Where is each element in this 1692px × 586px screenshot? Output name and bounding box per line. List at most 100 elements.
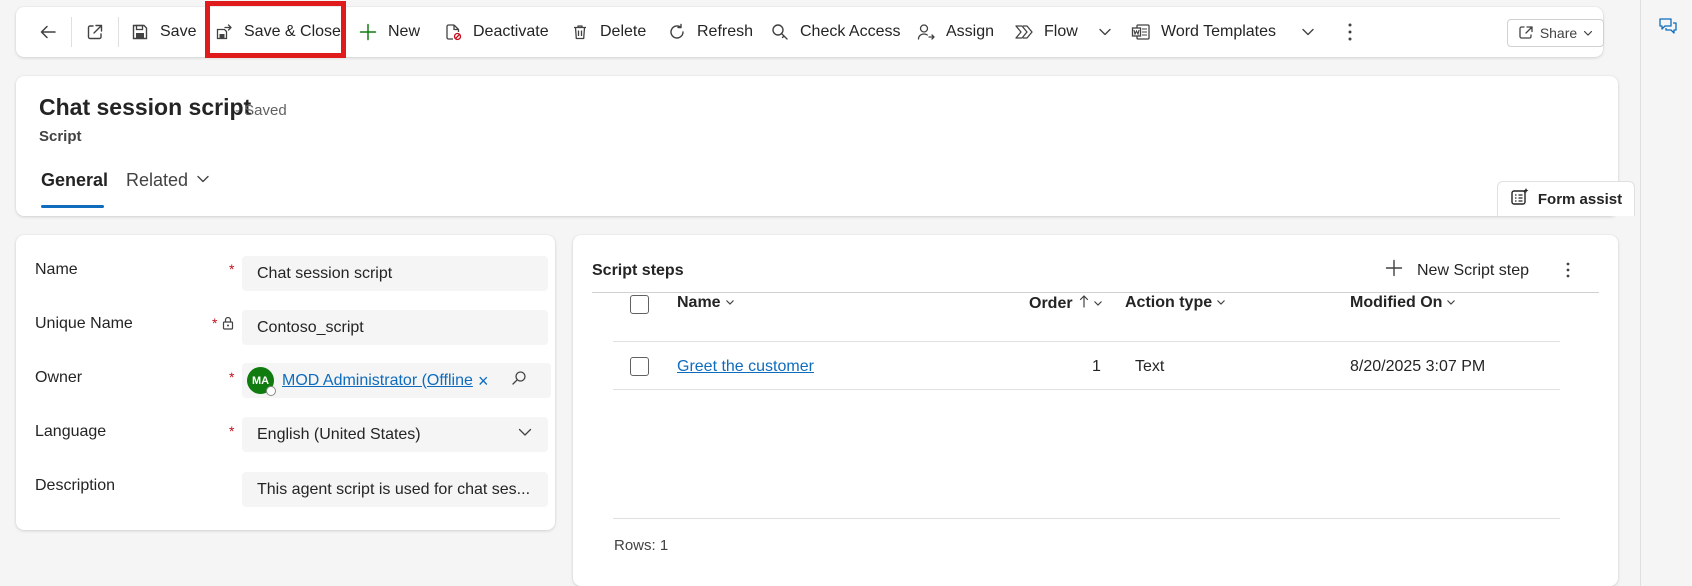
chevron-down-icon	[1301, 25, 1315, 39]
chevron-down-icon	[1446, 294, 1456, 312]
refresh-label: Refresh	[697, 23, 754, 40]
lookup-search-icon[interactable]	[511, 370, 527, 391]
chevron-down-icon	[196, 170, 210, 191]
active-tab-indicator	[41, 205, 104, 208]
script-steps-subgrid: Script steps New Script step Name Order …	[573, 235, 1618, 586]
language-select[interactable]: English (United States)	[242, 417, 548, 452]
rows-count: Rows: 1	[614, 537, 669, 554]
row-divider	[613, 341, 1560, 342]
select-all-checkbox[interactable]	[630, 295, 649, 314]
presence-offline-icon	[266, 386, 276, 396]
assign-label: Assign	[946, 23, 995, 40]
owner-link[interactable]: MOD Administrator (Offline	[282, 372, 474, 390]
deactivate-button[interactable]: Deactivate	[443, 7, 549, 57]
plus-icon	[358, 22, 378, 42]
row-checkbox[interactable]	[630, 357, 649, 376]
back-button[interactable]	[38, 7, 68, 57]
command-bar: Save Save & Close New Deactivate Delete …	[16, 7, 1603, 57]
save-close-label: Save & Close	[244, 23, 341, 40]
footer-divider	[613, 518, 1560, 519]
entity-name: Script	[39, 128, 82, 145]
share-button[interactable]: Share	[1507, 19, 1604, 47]
general-section: Name * Chat session script Unique Name *…	[16, 235, 555, 530]
chevron-down-icon	[1583, 25, 1593, 41]
flow-icon	[1014, 22, 1034, 42]
step-action-type: Text	[1135, 358, 1165, 375]
word-templates-label: Word Templates	[1161, 23, 1277, 40]
column-header-action-type[interactable]: Action type	[1125, 294, 1226, 312]
required-indicator: *	[229, 423, 235, 439]
row-divider	[613, 389, 1560, 390]
flow-dropdown-button[interactable]	[1098, 7, 1112, 57]
owner-label: Owner	[35, 369, 83, 386]
save-label: Save	[160, 23, 197, 40]
check-access-button[interactable]: Check Access	[770, 7, 900, 57]
delete-button[interactable]: Delete	[570, 7, 646, 57]
record-header: Chat session script - Saved Script Gener…	[16, 76, 1635, 216]
flow-label: Flow	[1044, 23, 1078, 40]
column-header-name-label: Name	[677, 294, 721, 311]
sort-ascending-icon	[1079, 294, 1089, 313]
delete-label: Delete	[600, 23, 647, 40]
tab-related-label: Related	[126, 170, 189, 190]
refresh-icon	[667, 22, 687, 42]
description-field[interactable]: This agent script is used for chat ses..…	[242, 472, 548, 507]
assign-button[interactable]: Assign	[916, 7, 994, 57]
column-header-action-type-label: Action type	[1125, 294, 1213, 311]
form-assist-icon	[1510, 187, 1530, 211]
new-script-step-label: New Script step	[1417, 261, 1530, 279]
new-label: New	[388, 23, 421, 40]
step-modified-on: 8/20/2025 3:07 PM	[1350, 358, 1486, 375]
flow-button[interactable]: Flow	[1014, 7, 1078, 57]
chevron-down-icon	[1098, 25, 1112, 39]
form-assist-button[interactable]: Form assist	[1497, 181, 1635, 216]
unique-name-field[interactable]: Contoso_script	[242, 310, 548, 345]
required-indicator: *	[212, 315, 218, 331]
subgrid-more-button[interactable]	[1565, 261, 1571, 284]
open-new-window-button[interactable]	[85, 7, 115, 57]
avatar: MA	[247, 367, 276, 396]
column-header-modified-on[interactable]: Modified On	[1350, 294, 1456, 312]
save-close-button[interactable]: Save & Close	[214, 7, 341, 57]
refresh-button[interactable]: Refresh	[667, 7, 753, 57]
column-header-name[interactable]: Name	[677, 294, 735, 312]
page-title: Chat session script	[39, 94, 252, 120]
step-order: 1	[1092, 358, 1101, 375]
language-value: English (United States)	[257, 425, 421, 443]
more-commands-button[interactable]	[1347, 7, 1353, 57]
trash-icon	[570, 22, 590, 42]
word-templates-button[interactable]: Word Templates	[1131, 7, 1276, 57]
save-button[interactable]: Save	[130, 7, 196, 57]
remove-owner-icon[interactable]: ×	[478, 372, 489, 390]
subgrid-divider	[592, 292, 1599, 293]
step-name-link[interactable]: Greet the customer	[677, 358, 814, 376]
save-icon	[130, 22, 150, 42]
toolbar-divider	[118, 17, 119, 47]
tab-general[interactable]: General	[41, 170, 108, 191]
deactivate-document-icon	[443, 22, 463, 42]
tab-related[interactable]: Related	[126, 170, 210, 191]
more-vertical-icon	[1565, 262, 1571, 283]
name-field[interactable]: Chat session script	[242, 256, 548, 291]
form-assist-label: Form assist	[1537, 190, 1623, 208]
name-label: Name	[35, 261, 78, 278]
key-search-icon	[770, 22, 790, 42]
tab-general-label: General	[41, 170, 109, 190]
word-templates-icon	[1131, 22, 1151, 42]
save-status: - Saved	[235, 102, 287, 119]
column-header-order[interactable]: Order	[1029, 294, 1103, 313]
check-access-label: Check Access	[800, 23, 901, 40]
subgrid-title: Script steps	[592, 262, 684, 279]
new-script-step-button[interactable]: New Script step	[1385, 259, 1529, 282]
word-templates-dropdown-button[interactable]	[1301, 7, 1315, 57]
plus-icon	[1385, 259, 1403, 282]
chevron-down-icon	[1216, 294, 1226, 312]
share-icon	[1518, 24, 1534, 43]
share-label: Share	[1539, 25, 1578, 41]
chat-icon[interactable]	[1658, 16, 1678, 41]
column-header-modified-on-label: Modified On	[1350, 294, 1443, 311]
unique-name-label: Unique Name	[35, 315, 133, 332]
chevron-down-icon	[518, 425, 532, 444]
owner-field[interactable]: MA MOD Administrator (Offline ×	[242, 363, 551, 398]
new-button[interactable]: New	[358, 7, 420, 57]
